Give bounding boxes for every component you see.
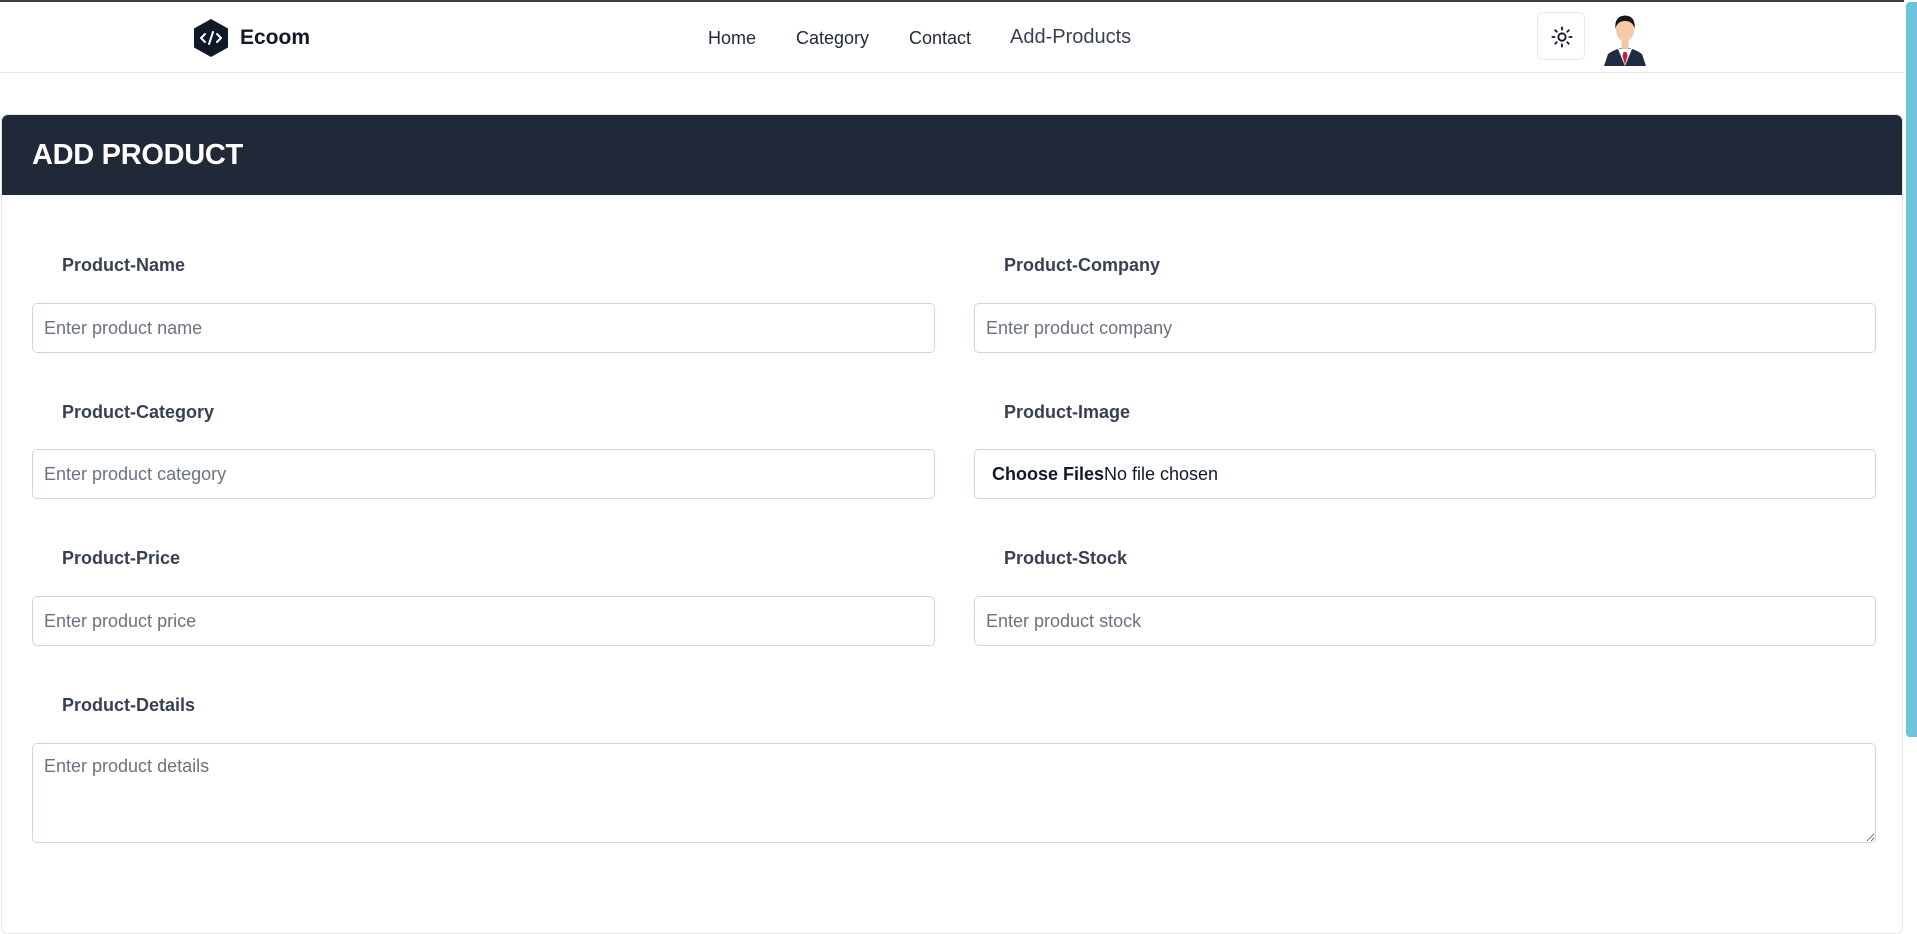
product-price-label: Product-Price xyxy=(62,548,181,568)
file-status-text: No file chosen xyxy=(1104,464,1219,484)
top-navbar: Ecoom Home Category Contact Add-Products xyxy=(0,2,1904,73)
nav-link-add-products[interactable]: Add-Products xyxy=(1010,26,1131,49)
product-company-label: Product-Company xyxy=(1004,255,1161,275)
sun-icon xyxy=(1551,26,1573,48)
product-details-label: Product-Details xyxy=(62,695,196,715)
nav-link-category[interactable]: Category xyxy=(796,28,869,49)
product-name-label: Product-Name xyxy=(62,255,186,275)
product-price-input[interactable] xyxy=(32,596,935,646)
product-category-label: Product-Category xyxy=(62,402,215,422)
product-details-textarea[interactable] xyxy=(32,743,1876,843)
theme-toggle-button[interactable] xyxy=(1537,12,1585,60)
code-icon[interactable] xyxy=(192,18,230,58)
product-stock-label: Product-Stock xyxy=(1004,548,1128,568)
page-title: ADD PRODUCT xyxy=(32,139,243,171)
nav-link-contact[interactable]: Contact xyxy=(909,28,971,49)
nav-link-home[interactable]: Home xyxy=(708,28,756,49)
product-name-input[interactable] xyxy=(32,303,935,353)
brand-name[interactable]: Ecoom xyxy=(240,26,310,50)
choose-files-button[interactable]: Choose Files xyxy=(992,464,1104,485)
product-stock-input[interactable] xyxy=(974,596,1876,646)
product-image-file-input[interactable]: Choose Files No file chosen xyxy=(974,449,1876,499)
product-company-input[interactable] xyxy=(974,303,1876,353)
product-category-input[interactable] xyxy=(32,449,935,499)
scrollbar-thumb[interactable] xyxy=(1906,2,1917,737)
card-header: ADD PRODUCT xyxy=(2,115,1902,195)
add-product-card: ADD PRODUCT Product-Name Product-Company… xyxy=(1,114,1903,934)
product-image-label: Product-Image xyxy=(1004,402,1131,422)
user-avatar[interactable] xyxy=(1602,10,1648,66)
